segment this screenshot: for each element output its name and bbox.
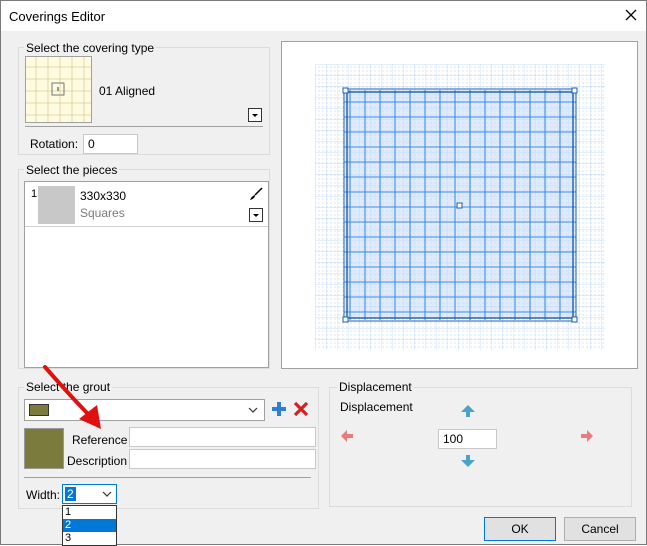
width-option[interactable]: 3 (63, 532, 116, 545)
width-option-selected[interactable]: 2 (63, 519, 116, 532)
rotation-value: 0 (88, 137, 95, 151)
delete-grout-icon[interactable] (293, 401, 309, 417)
description-input[interactable] (129, 449, 316, 469)
piece-list-item[interactable]: 1 330x330 Squares (25, 182, 268, 227)
pieces-group-label: Select the pieces (24, 163, 120, 177)
add-grout-icon[interactable] (271, 401, 287, 417)
displacement-label: Displacement (340, 400, 413, 414)
brush-icon[interactable] (249, 187, 263, 201)
covering-type-group-label: Select the covering type (24, 41, 157, 55)
covering-type-dropdown[interactable] (248, 108, 262, 122)
title-bar: Coverings Editor (1, 1, 646, 31)
arrow-left-icon[interactable] (340, 429, 354, 443)
width-selected-value: 2 (65, 487, 76, 501)
width-label: Width: (26, 488, 61, 502)
displacement-input[interactable]: 100 (438, 429, 497, 449)
rotation-input[interactable]: 0 (83, 134, 138, 154)
arrow-right-icon[interactable] (580, 429, 594, 443)
displacement-group-label: Displacement (337, 380, 414, 394)
coverings-editor-window: Coverings Editor Select the covering typ… (0, 0, 647, 546)
description-label: Description (67, 454, 128, 468)
piece-shape: Squares (80, 206, 125, 220)
covering-preview (281, 41, 638, 369)
covering-pattern-preview (26, 57, 91, 122)
piece-thumbnail (38, 186, 75, 224)
covering-preview-canvas (315, 64, 605, 350)
width-select[interactable]: 2 (62, 484, 117, 504)
piece-size: 330x330 (80, 189, 127, 203)
arrow-down-icon[interactable] (460, 454, 476, 468)
close-icon (625, 9, 637, 21)
piece-dropdown[interactable] (249, 208, 263, 222)
covering-type-divider (25, 126, 263, 127)
width-option[interactable]: 1 (63, 506, 116, 519)
width-dropdown-list: 1 2 3 (62, 505, 117, 546)
arrow-up-icon[interactable] (460, 404, 476, 418)
grout-divider (24, 477, 311, 478)
displacement-value: 100 (443, 432, 464, 446)
chevron-down-icon (102, 491, 112, 497)
chevron-down-icon (248, 407, 258, 413)
cancel-button[interactable]: Cancel (564, 517, 636, 541)
caret-down-icon (253, 213, 259, 217)
covering-type-thumbnail[interactable] (25, 56, 92, 123)
close-button[interactable] (620, 5, 642, 25)
covering-type-name: 01 Aligned (99, 84, 156, 98)
reference-input[interactable] (129, 427, 316, 447)
annotation-arrow (43, 365, 101, 429)
piece-index: 1 (31, 188, 38, 200)
ok-button[interactable]: OK (484, 517, 556, 541)
window-title: Coverings Editor (9, 9, 106, 24)
rotation-label: Rotation: (30, 137, 79, 151)
caret-down-icon (252, 113, 258, 117)
